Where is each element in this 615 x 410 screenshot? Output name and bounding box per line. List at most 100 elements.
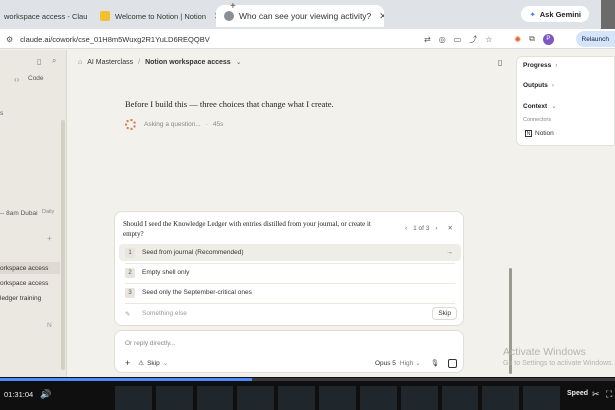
skip-icon: ⚠ — [138, 360, 145, 367]
option-september-critical[interactable]: 3 Seed only the September-critical ones — [119, 284, 461, 301]
sidebar-item-ledger-training[interactable]: ledger training — [0, 292, 60, 304]
scheduled-task[interactable]: -- 8am Dubai — [0, 210, 38, 217]
site-info-icon[interactable]: ⚙ — [6, 35, 13, 44]
sidebar-scrollbar[interactable] — [61, 120, 65, 370]
chevron-right-icon[interactable]: › — [435, 225, 437, 232]
sidebar-item-workspace-access[interactable]: orkspace access — [0, 262, 60, 274]
sidebar-partial-n: N — [47, 322, 52, 329]
option-empty-shell[interactable]: 2 Empty shell only — [119, 264, 461, 281]
option-seed-from-journal[interactable]: 1 Seed from journal (Recommended) → — [119, 244, 461, 261]
effort-selector[interactable]: High — [400, 360, 413, 367]
sidebar-item-label: orkspace access — [0, 279, 49, 287]
divider — [125, 303, 455, 304]
option-label: Seed only the September-critical ones — [142, 289, 252, 296]
cast-icon[interactable]: ▭ — [454, 35, 462, 44]
volume-icon[interactable]: 🔊 — [40, 389, 51, 400]
extension-icon[interactable]: ✺ — [514, 35, 521, 44]
option-number: 3 — [125, 287, 135, 298]
pager-text: 1 of 3 — [413, 224, 430, 232]
sidebar-item-workspace-access-2[interactable]: orkspace access — [0, 277, 60, 289]
chevron-left-icon[interactable]: ‹ — [405, 225, 407, 232]
tab-title: Who can see your viewing activity? — [239, 11, 372, 21]
context-section-header[interactable]: Context ⌄ — [523, 102, 557, 111]
code-tab[interactable]: Code — [28, 75, 44, 82]
close-icon[interactable]: ✕ — [87, 11, 88, 22]
translate-icon[interactable]: ⇄ — [424, 35, 431, 44]
add-icon[interactable]: + — [47, 234, 52, 243]
option-number: 1 — [125, 247, 135, 258]
watermark-line-1: Activate Windows — [503, 346, 586, 358]
notion-icon: N — [525, 130, 532, 137]
sidebar-item-label: orkspace access — [0, 264, 49, 272]
address-bar[interactable]: ⚙ claude.ai/cowork/cse_01H8m5Wuxg2R1YuLD… — [6, 32, 416, 46]
video-progress-fill[interactable] — [0, 378, 253, 381]
context-panel: Progress › Outputs › Context ⌄ Connector… — [516, 56, 615, 146]
outputs-section-header[interactable]: Outputs › — [523, 82, 554, 89]
chevron-down-icon[interactable]: ⌄ — [415, 359, 420, 367]
progress-section-header[interactable]: Progress › — [523, 62, 557, 69]
breadcrumb-current[interactable]: Notion workspace access — [145, 59, 231, 66]
question-pager: ‹ 1 of 3 › ✕ — [405, 224, 453, 233]
question-card: Should I seed the Knowledge Ledger with … — [114, 211, 464, 326]
microphone-icon[interactable]: 🎙 — [431, 359, 439, 367]
stop-icon[interactable] — [448, 358, 457, 368]
profile-avatar[interactable]: P — [542, 33, 554, 45]
url-text: claude.ai/cowork/cse_01H8m5Wuxg2R1YuLD6R… — [20, 34, 210, 44]
status-dot: · — [205, 121, 208, 128]
connector-notion[interactable]: N Notion — [525, 130, 554, 137]
panel-toggle-icon[interactable]: ▯ — [498, 58, 502, 67]
schedule-badge: Daily — [42, 209, 55, 215]
left-sidebar: ▯ ⌕ ‹› Code s -- 8am Dubai Daily + orksp… — [0, 50, 67, 377]
breadcrumb-root[interactable]: AI Masterclass — [87, 59, 133, 66]
relaunch-button[interactable]: Relaunch — [575, 31, 615, 47]
chevron-down-icon[interactable]: ⌄ — [163, 359, 168, 367]
main-header: ⌂ AI Masterclass / Notion workspace acce… — [68, 50, 513, 74]
browser-tab-strip: workspace access - Clau ✕ Welcome to Not… — [0, 0, 615, 29]
speed-button[interactable]: Speed — [567, 390, 588, 397]
watermark-line-2: Go to Settings to activate Windows. — [503, 360, 614, 367]
reply-skip-button[interactable]: Skip — [147, 360, 160, 367]
ask-gemini-button[interactable]: ✦ Ask Gemini — [521, 6, 589, 22]
folder-icon: ⌂ — [78, 58, 83, 66]
question-text: Should I seed the Knowledge Ledger with … — [123, 220, 371, 238]
skip-label: Skip — [438, 310, 451, 317]
status-row: Asking a question... · 45s — [125, 119, 223, 130]
tab-workspace-access[interactable]: workspace access - Clau ✕ — [0, 5, 88, 27]
sidebar-toggle-icon[interactable]: ▯ — [37, 57, 41, 66]
toolbar-icons: ⇄ ◎ ▭ ⤴ ☆ ✺ ⧉ P — [424, 32, 554, 46]
extensions-puzzle-icon[interactable]: ⧉ — [529, 34, 535, 44]
relaunch-label: Relaunch — [581, 35, 609, 43]
ask-gemini-label: Ask Gemini — [539, 9, 581, 19]
share-icon[interactable]: ⤴ — [469, 34, 477, 45]
taskbar-thumbnails — [115, 386, 560, 410]
model-selector[interactable]: Opus 5 — [375, 360, 396, 367]
close-icon[interactable]: ✕ — [371, 11, 384, 22]
breadcrumb: ⌂ AI Masterclass / Notion workspace acce… — [78, 58, 242, 67]
tab-viewing-activity[interactable]: Who can see your viewing activity? ✕ — [216, 5, 384, 27]
search-icon — [224, 11, 234, 21]
close-icon[interactable]: ✕ — [448, 224, 453, 232]
new-tab-icon[interactable]: + — [230, 1, 236, 12]
scissors-icon[interactable]: ✂ — [592, 389, 600, 400]
bookmark-star-icon[interactable]: ☆ — [485, 35, 492, 44]
add-attachment-icon[interactable]: + — [125, 358, 130, 368]
chevron-right-icon: › — [551, 82, 555, 89]
option-label: Empty shell only — [142, 269, 190, 276]
location-icon[interactable]: ◎ — [439, 35, 446, 44]
something-else-input[interactable]: ✎ Something else — [119, 305, 389, 322]
breadcrumb-separator: / — [138, 58, 141, 66]
outputs-label: Outputs — [523, 82, 548, 89]
skip-question-button[interactable]: Skip — [432, 307, 457, 320]
connectors-label: Connectors — [523, 117, 552, 123]
spinner-icon — [125, 119, 136, 130]
tab-welcome-notion[interactable]: Welcome to Notion | Notion ✕ — [92, 5, 216, 27]
code-icon: ‹› — [14, 75, 20, 84]
progress-label: Progress — [523, 62, 552, 69]
pencil-icon: ✎ — [125, 310, 131, 318]
close-icon[interactable]: ✕ — [206, 11, 216, 22]
fullscreen-icon[interactable]: ⛶ — [606, 389, 612, 400]
chevron-down-icon: ⌄ — [551, 103, 557, 110]
search-icon[interactable]: ⌕ — [52, 56, 56, 66]
chevron-down-icon[interactable]: ⌄ — [236, 58, 242, 66]
reply-box[interactable]: Or reply directly... + ⚠ Skip ⌄ Opus 5 H… — [114, 330, 464, 373]
